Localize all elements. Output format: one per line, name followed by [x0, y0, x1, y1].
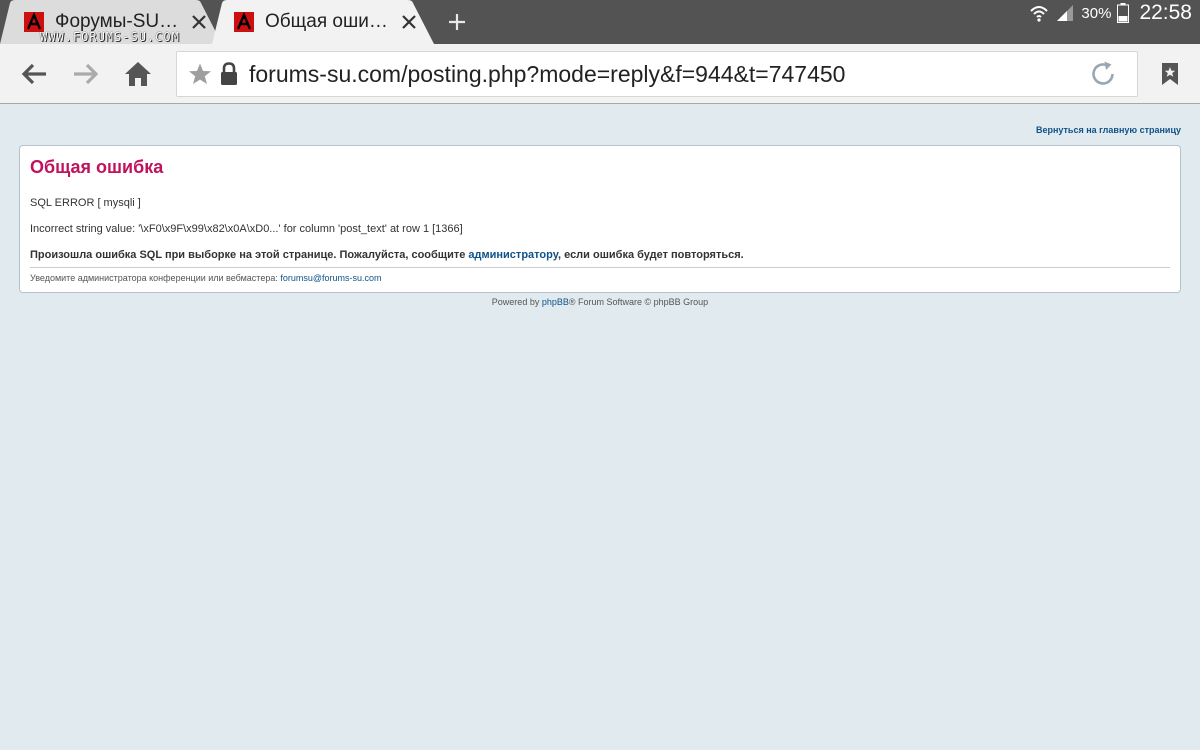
lock-icon-wrap [217, 59, 241, 89]
tab-strip: Форумы-SU… Общая оши… 30% 22:58 [0, 0, 1200, 44]
home-icon [125, 62, 151, 86]
star-icon [189, 63, 211, 84]
webmaster-email-link[interactable]: forumsu@forums-su.com [280, 273, 381, 283]
back-button[interactable] [16, 56, 52, 92]
signal-icon [1057, 5, 1074, 21]
wifi-icon [1030, 6, 1049, 22]
error-message-text-end: , если ошибка будет повторяться. [557, 249, 744, 261]
new-tab-button[interactable] [436, 4, 478, 40]
footer-copyright: Powered by phpBB® Forum Software © phpBB… [0, 297, 1200, 307]
watermark: WWW.FORUMS-SU.COM [40, 30, 180, 44]
lock-icon [221, 62, 237, 85]
bookmarks-button[interactable] [1154, 56, 1186, 92]
web-page: Вернуться на главную страницу Общая ошиб… [0, 104, 1200, 750]
tab-general-error[interactable]: Общая оши… [212, 0, 434, 44]
close-icon [192, 15, 206, 29]
tab-close-button[interactable] [187, 10, 211, 34]
reload-button[interactable] [1085, 56, 1121, 92]
error-message: Произошла ошибка SQL при выборке на этой… [30, 249, 744, 261]
error-title: Общая ошибка [30, 157, 164, 177]
sql-error-line: SQL ERROR [ mysqli ] [30, 197, 141, 209]
status-bar: 30% 22:58 [1029, 0, 1192, 26]
battery-icon [1117, 3, 1130, 23]
bookmark-star-button[interactable] [185, 59, 215, 89]
url-text[interactable]: forums-su.com/posting.php?mode=reply&f=9… [249, 61, 1085, 88]
address-bar[interactable]: forums-su.com/posting.php?mode=reply&f=9… [176, 51, 1138, 97]
error-panel: Общая ошибка SQL ERROR [ mysqli ] Incorr… [19, 145, 1181, 293]
notify-text: Уведомите администратора конференции или… [30, 273, 281, 283]
notify-line: Уведомите администратора конференции или… [30, 273, 382, 283]
forums-su-logo-icon [24, 12, 44, 32]
tab-title: Общая оши… [265, 11, 388, 32]
footer-text-end: ® Forum Software © phpBB Group [568, 297, 709, 307]
plus-icon [449, 14, 465, 30]
clock: 22:58 [1139, 1, 1192, 24]
bookmarks-icon [1162, 63, 1178, 85]
phpbb-link[interactable]: phpBB [542, 297, 569, 307]
reload-icon [1092, 61, 1114, 85]
error-message-text: Произошла ошибка SQL при выборке на этой… [30, 249, 469, 261]
footer-text: Powered by [491, 297, 542, 307]
return-home-link[interactable]: Вернуться на главную страницу [1036, 125, 1181, 135]
back-arrow-icon [21, 63, 46, 85]
error-details: Incorrect string value: '\xF0\x9F\x99\x8… [30, 223, 463, 235]
home-button[interactable] [120, 56, 156, 92]
forward-button[interactable] [68, 56, 104, 92]
forward-arrow-icon [74, 63, 99, 85]
close-icon [402, 15, 416, 29]
panel-divider [30, 267, 1170, 268]
administrator-link[interactable]: администратору [468, 249, 558, 261]
tab-close-button[interactable] [397, 10, 421, 34]
browser-toolbar: forums-su.com/posting.php?mode=reply&f=9… [0, 44, 1200, 104]
battery-percent: 30% [1081, 4, 1112, 22]
forums-su-logo-icon [234, 12, 254, 32]
